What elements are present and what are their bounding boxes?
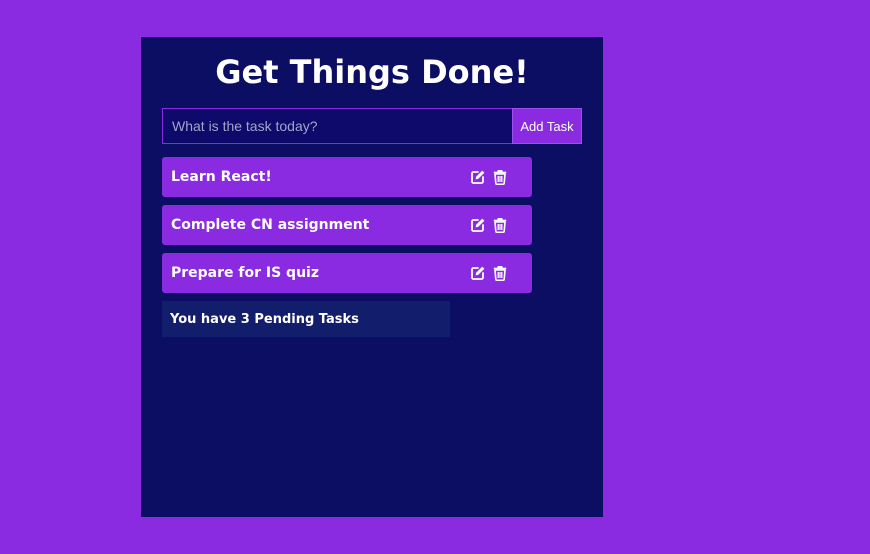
task-actions bbox=[470, 169, 508, 185]
edit-icon[interactable] bbox=[470, 217, 486, 233]
pending-tasks-status: You have 3 Pending Tasks bbox=[162, 301, 450, 337]
page-title: Get Things Done! bbox=[215, 53, 529, 91]
task-input[interactable] bbox=[162, 108, 512, 144]
task-list: Learn React! Complete CN assignment Prep… bbox=[162, 157, 532, 301]
trash-icon[interactable] bbox=[492, 217, 508, 233]
task-label: Learn React! bbox=[171, 169, 272, 185]
todo-panel: Get Things Done! Add Task Learn React! bbox=[141, 37, 603, 517]
task-actions bbox=[470, 217, 508, 233]
edit-icon[interactable] bbox=[470, 265, 486, 281]
edit-icon[interactable] bbox=[470, 169, 486, 185]
task-item: Prepare for IS quiz bbox=[162, 253, 532, 293]
task-label: Prepare for IS quiz bbox=[171, 265, 319, 281]
trash-icon[interactable] bbox=[492, 265, 508, 281]
task-form: Add Task bbox=[162, 108, 582, 144]
trash-icon[interactable] bbox=[492, 169, 508, 185]
task-item: Complete CN assignment bbox=[162, 205, 532, 245]
task-label: Complete CN assignment bbox=[171, 217, 370, 233]
task-item: Learn React! bbox=[162, 157, 532, 197]
task-actions bbox=[470, 265, 508, 281]
add-task-button[interactable]: Add Task bbox=[512, 108, 582, 144]
